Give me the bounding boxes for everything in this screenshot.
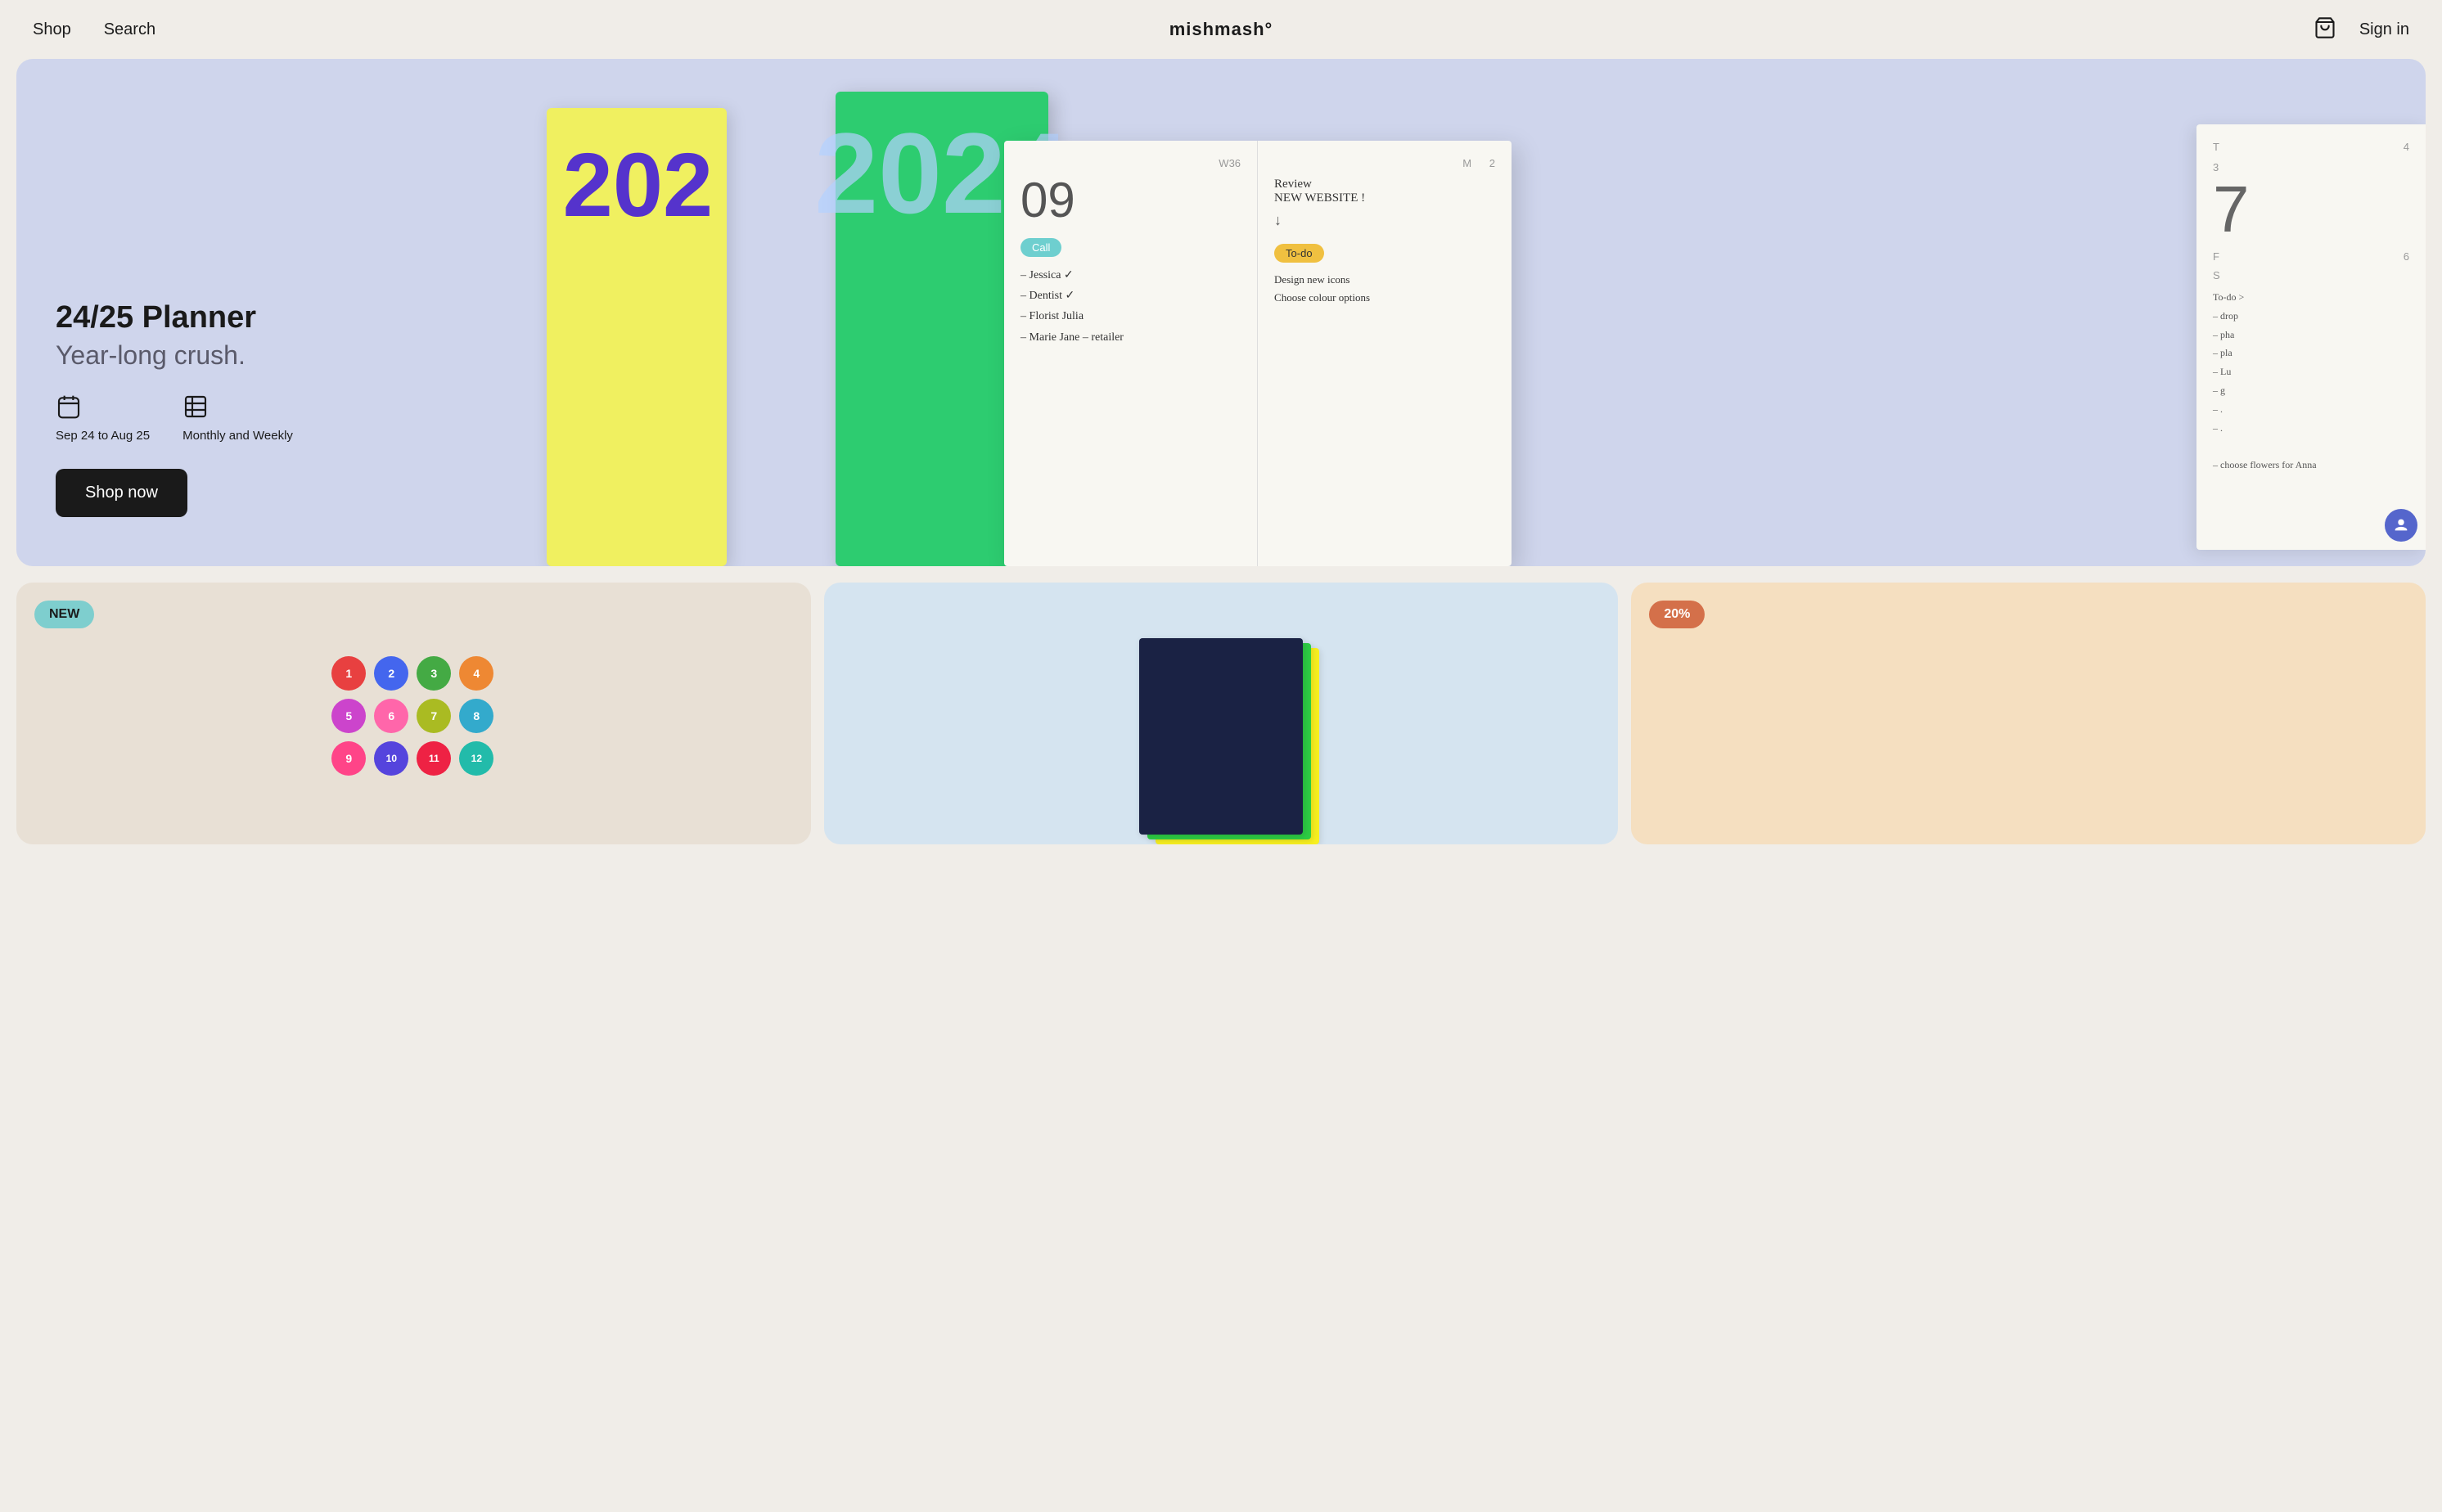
page-right: M 2 ReviewNEW WEBSITE ! ↓ To-do Design n… [1258, 141, 1512, 566]
todo-tag: To-do [1274, 244, 1324, 263]
nav-logo: mishmash° [1169, 19, 1273, 40]
card-discount[interactable]: 20% [1631, 583, 2426, 844]
review-text: ReviewNEW WEBSITE ! [1274, 178, 1495, 205]
list-icon [182, 394, 209, 424]
yellow-year: 202 [563, 141, 714, 231]
fr-6: 6 [2404, 250, 2409, 263]
fr-4: 4 [2404, 141, 2409, 153]
navbar: Shop Search mishmash° Sign in [0, 0, 2442, 59]
hero-meta: Sep 24 to Aug 25 Monthly and Weekly [56, 394, 293, 443]
nav-shop[interactable]: Shop [33, 20, 71, 39]
hero-subtitle: Year-long crush. [56, 340, 293, 371]
calendar-icon [56, 394, 82, 424]
page-left: W36 09 Call – Jessica ✓ – Dentist ✓ – Fl… [1004, 141, 1258, 566]
week-number: W36 [1021, 157, 1241, 169]
planner-far-right: T 4 3 7 F 6 S To-do > – drop – pha – pla… [2196, 124, 2426, 550]
planner-yellow: 202 [547, 108, 727, 566]
avatar-circle [2385, 509, 2417, 542]
card-notebooks[interactable] [824, 583, 1619, 844]
hero-images: 202 2024 W36 09 Call – Jessica ✓ – Denti… [16, 59, 2426, 566]
fr-header: T 4 [2213, 141, 2409, 153]
notebook-stack [1131, 632, 1311, 844]
notes-right: Design new icons Choose colour options [1274, 271, 1495, 307]
card-stickers[interactable]: NEW 1 2 3 4 5 6 7 8 9 10 11 12 [16, 583, 811, 844]
meta-date-text: Sep 24 to Aug 25 [56, 429, 150, 443]
fr-s: S [2213, 269, 2409, 281]
cart-icon[interactable] [2314, 16, 2336, 43]
nav-right: Sign in [2314, 16, 2409, 43]
call-tag: Call [1021, 238, 1061, 257]
notes-left: – Jessica ✓ – Dentist ✓ – Florist Julia … [1021, 265, 1241, 348]
fr-t: T [2213, 141, 2219, 153]
cards-row: NEW 1 2 3 4 5 6 7 8 9 10 11 12 [16, 583, 2426, 844]
fr-notes: To-do > – drop – pha – pla – Lu – g – . … [2213, 288, 2409, 475]
hero-title: 24/25 Planner [56, 300, 293, 335]
hero-content: 24/25 Planner Year-long crush. Sep 24 to… [56, 300, 293, 517]
meta-date-item: Sep 24 to Aug 25 [56, 394, 150, 443]
day-label-2: M 2 [1274, 157, 1495, 169]
meta-format-item: Monthly and Weekly [182, 394, 293, 443]
day-09: 09 [1021, 176, 1241, 225]
hero-section: 202 2024 W36 09 Call – Jessica ✓ – Denti… [16, 59, 2426, 566]
badge-new: NEW [34, 601, 94, 628]
shop-now-button[interactable]: Shop now [56, 469, 187, 517]
notebooks-visual [824, 615, 1619, 844]
fr-day-3: 3 [2213, 161, 2409, 173]
badge-discount: 20% [1649, 601, 1705, 628]
nav-search[interactable]: Search [104, 20, 155, 39]
stickers-visual: 1 2 3 4 5 6 7 8 9 10 11 12 [315, 632, 511, 844]
fr-f: F [2213, 250, 2219, 263]
open-planner: W36 09 Call – Jessica ✓ – Dentist ✓ – Fl… [1004, 141, 1512, 566]
nav-left: Shop Search [33, 20, 155, 39]
sign-in-link[interactable]: Sign in [2359, 20, 2409, 39]
meta-format-text: Monthly and Weekly [182, 429, 293, 443]
fr-num-7: 7 [2213, 177, 2409, 242]
